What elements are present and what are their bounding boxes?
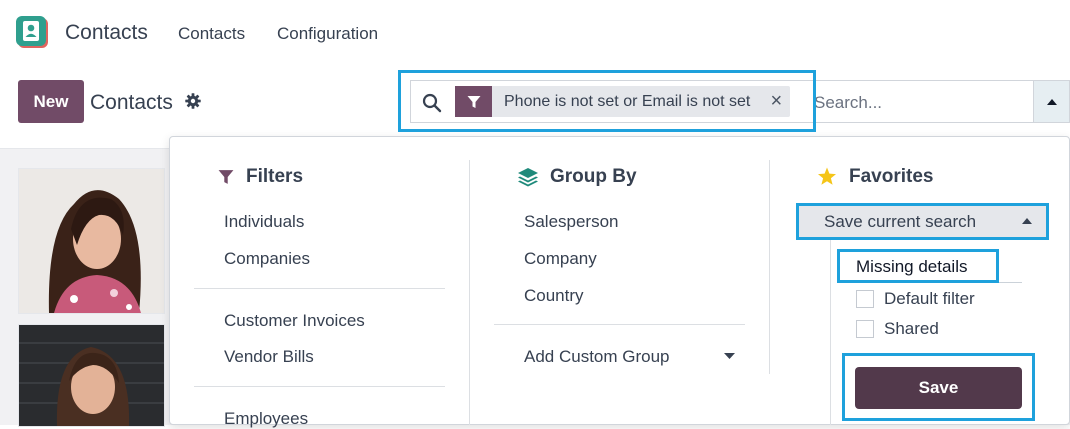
shared-checkbox[interactable] xyxy=(856,320,874,338)
filter-companies[interactable]: Companies xyxy=(224,249,310,269)
filter-individuals[interactable]: Individuals xyxy=(224,212,304,232)
search-facet[interactable]: Phone is not set or Email is not set × xyxy=(455,86,791,117)
save-favorite-button[interactable]: Save xyxy=(855,367,1022,409)
divider xyxy=(194,386,445,387)
close-icon[interactable]: × xyxy=(762,90,790,113)
top-navbar: Contacts Contacts Configuration xyxy=(0,0,1070,66)
nav-contacts[interactable]: Contacts xyxy=(178,24,245,44)
default-filter-label: Default filter xyxy=(884,289,975,308)
filter-employees[interactable]: Employees xyxy=(224,409,308,429)
default-filter-checkbox[interactable] xyxy=(856,290,874,308)
contact-card[interactable] xyxy=(18,324,165,427)
layers-icon xyxy=(518,168,538,187)
contact-card[interactable] xyxy=(18,168,165,314)
breadcrumb-title: Contacts xyxy=(90,91,173,114)
favorite-name-input[interactable] xyxy=(842,252,1006,282)
search-input[interactable] xyxy=(812,88,1026,118)
filter-customer-invoices[interactable]: Customer Invoices xyxy=(224,311,365,331)
caret-down-icon xyxy=(724,353,735,359)
filters-heading: Filters xyxy=(246,166,304,187)
groupby-salesperson[interactable]: Salesperson xyxy=(524,212,619,232)
groupby-company[interactable]: Company xyxy=(524,249,597,269)
caret-up-icon xyxy=(1046,98,1057,105)
column-divider xyxy=(769,160,770,374)
favorites-indent-line xyxy=(830,240,831,425)
group-by-heading: Group By xyxy=(550,166,637,187)
save-current-search-label: Save current search xyxy=(824,211,977,231)
filter-icon xyxy=(455,86,492,117)
contacts-app-icon[interactable] xyxy=(16,16,50,50)
filter-vendor-bills[interactable]: Vendor Bills xyxy=(224,347,314,367)
shared-checkbox-row[interactable]: Shared xyxy=(856,319,939,339)
column-divider xyxy=(469,160,470,425)
shared-label: Shared xyxy=(884,319,939,338)
new-button[interactable]: New xyxy=(18,80,84,123)
favorites-heading: Favorites xyxy=(849,166,934,187)
caret-up-icon xyxy=(1022,218,1032,224)
groupby-country[interactable]: Country xyxy=(524,286,584,306)
search-icon xyxy=(422,93,442,113)
search-panel-toggle[interactable] xyxy=(1033,80,1070,123)
divider xyxy=(194,288,445,289)
divider xyxy=(494,324,745,325)
input-underline xyxy=(842,282,1022,283)
app-title[interactable]: Contacts xyxy=(65,21,148,45)
facet-label: Phone is not set or Email is not set xyxy=(504,92,751,110)
gear-icon[interactable] xyxy=(185,93,201,109)
nav-configuration[interactable]: Configuration xyxy=(277,24,378,44)
filter-icon xyxy=(218,170,234,184)
save-current-search-toggle[interactable]: Save current search xyxy=(798,205,1046,238)
contact-photo xyxy=(19,169,164,313)
add-custom-group-select[interactable]: Add Custom Group xyxy=(524,347,670,367)
contact-photo xyxy=(19,325,164,426)
star-icon xyxy=(818,167,836,185)
default-filter-checkbox-row[interactable]: Default filter xyxy=(856,289,975,309)
